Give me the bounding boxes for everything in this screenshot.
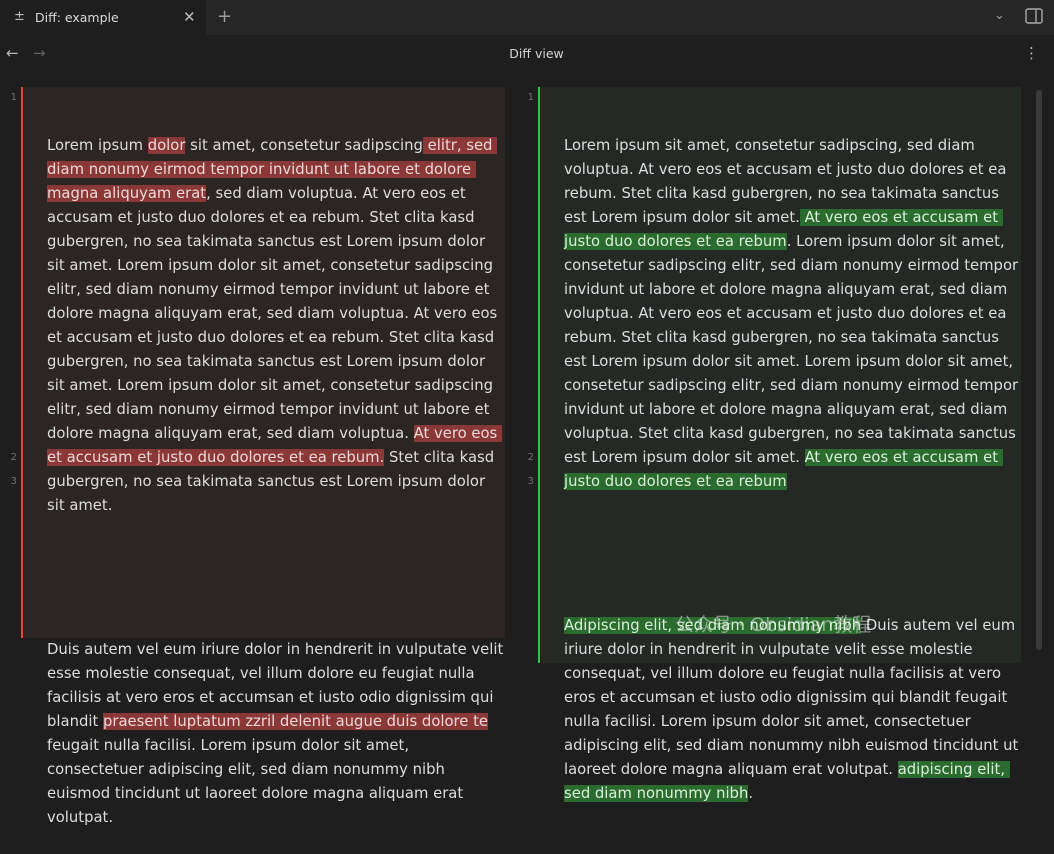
unchanged-text: . Lorem ipsum dolor sit amet, consetetur… xyxy=(564,233,1023,466)
view-title: Diff view xyxy=(509,46,564,61)
unchanged-text: , sed diam voluptua. At vero eos et accu… xyxy=(47,185,502,442)
insertion-bar xyxy=(538,87,540,663)
more-options-icon[interactable]: ⋮ xyxy=(1024,44,1039,62)
left-blank-line xyxy=(47,566,505,590)
watermark: 公众号 · Obsidian教程 xyxy=(675,614,872,636)
chevron-down-icon[interactable]: ⌄ xyxy=(994,8,1005,23)
new-tab-icon[interactable]: + xyxy=(217,6,232,27)
sidebar-toggle-icon[interactable] xyxy=(1025,8,1043,28)
deleted-text: praesent luptatum zzril delenit augue du… xyxy=(102,713,489,730)
line-number: 2 xyxy=(10,452,17,463)
line-number: 3 xyxy=(527,476,534,487)
close-icon[interactable]: ✕ xyxy=(183,8,196,26)
unchanged-text: . xyxy=(748,785,754,802)
deletion-bar xyxy=(21,87,23,638)
unchanged-text: Duis autem vel eum iriure dolor in hendr… xyxy=(564,617,1024,778)
tab-bar: ± Diff: example ✕ + ⌄ xyxy=(0,0,1054,35)
right-paragraph-1: Lorem ipsum sit amet, consetetur sadipsc… xyxy=(564,134,1022,494)
left-diff-text[interactable]: Lorem ipsum dolor sit amet, consetetur s… xyxy=(47,86,505,854)
line-number: 2 xyxy=(527,452,534,463)
line-number: 1 xyxy=(527,92,534,103)
deleted-text: dolor xyxy=(147,137,186,154)
left-paragraph-1: Lorem ipsum dolor sit amet, consetetur s… xyxy=(47,134,505,518)
unchanged-text: Lorem ipsum xyxy=(47,137,148,154)
right-diff-text[interactable]: Lorem ipsum sit amet, consetetur sadipsc… xyxy=(564,86,1022,830)
unchanged-text: sit amet, consetetur sadipscing xyxy=(185,137,423,154)
plus-minus-icon: ± xyxy=(14,9,25,24)
line-number: 3 xyxy=(10,476,17,487)
tab-diff-example[interactable]: ± Diff: example ✕ xyxy=(0,0,206,35)
right-paragraph-3: Adipiscing elit, sed diam nonummy nibh D… xyxy=(564,614,1022,806)
right-blank-line xyxy=(564,542,1022,566)
scrollbar[interactable] xyxy=(1036,90,1042,650)
tab-title: Diff: example xyxy=(35,10,119,25)
view-header: ← → Diff view ⋮ xyxy=(0,35,1054,73)
line-number: 1 xyxy=(10,92,17,103)
